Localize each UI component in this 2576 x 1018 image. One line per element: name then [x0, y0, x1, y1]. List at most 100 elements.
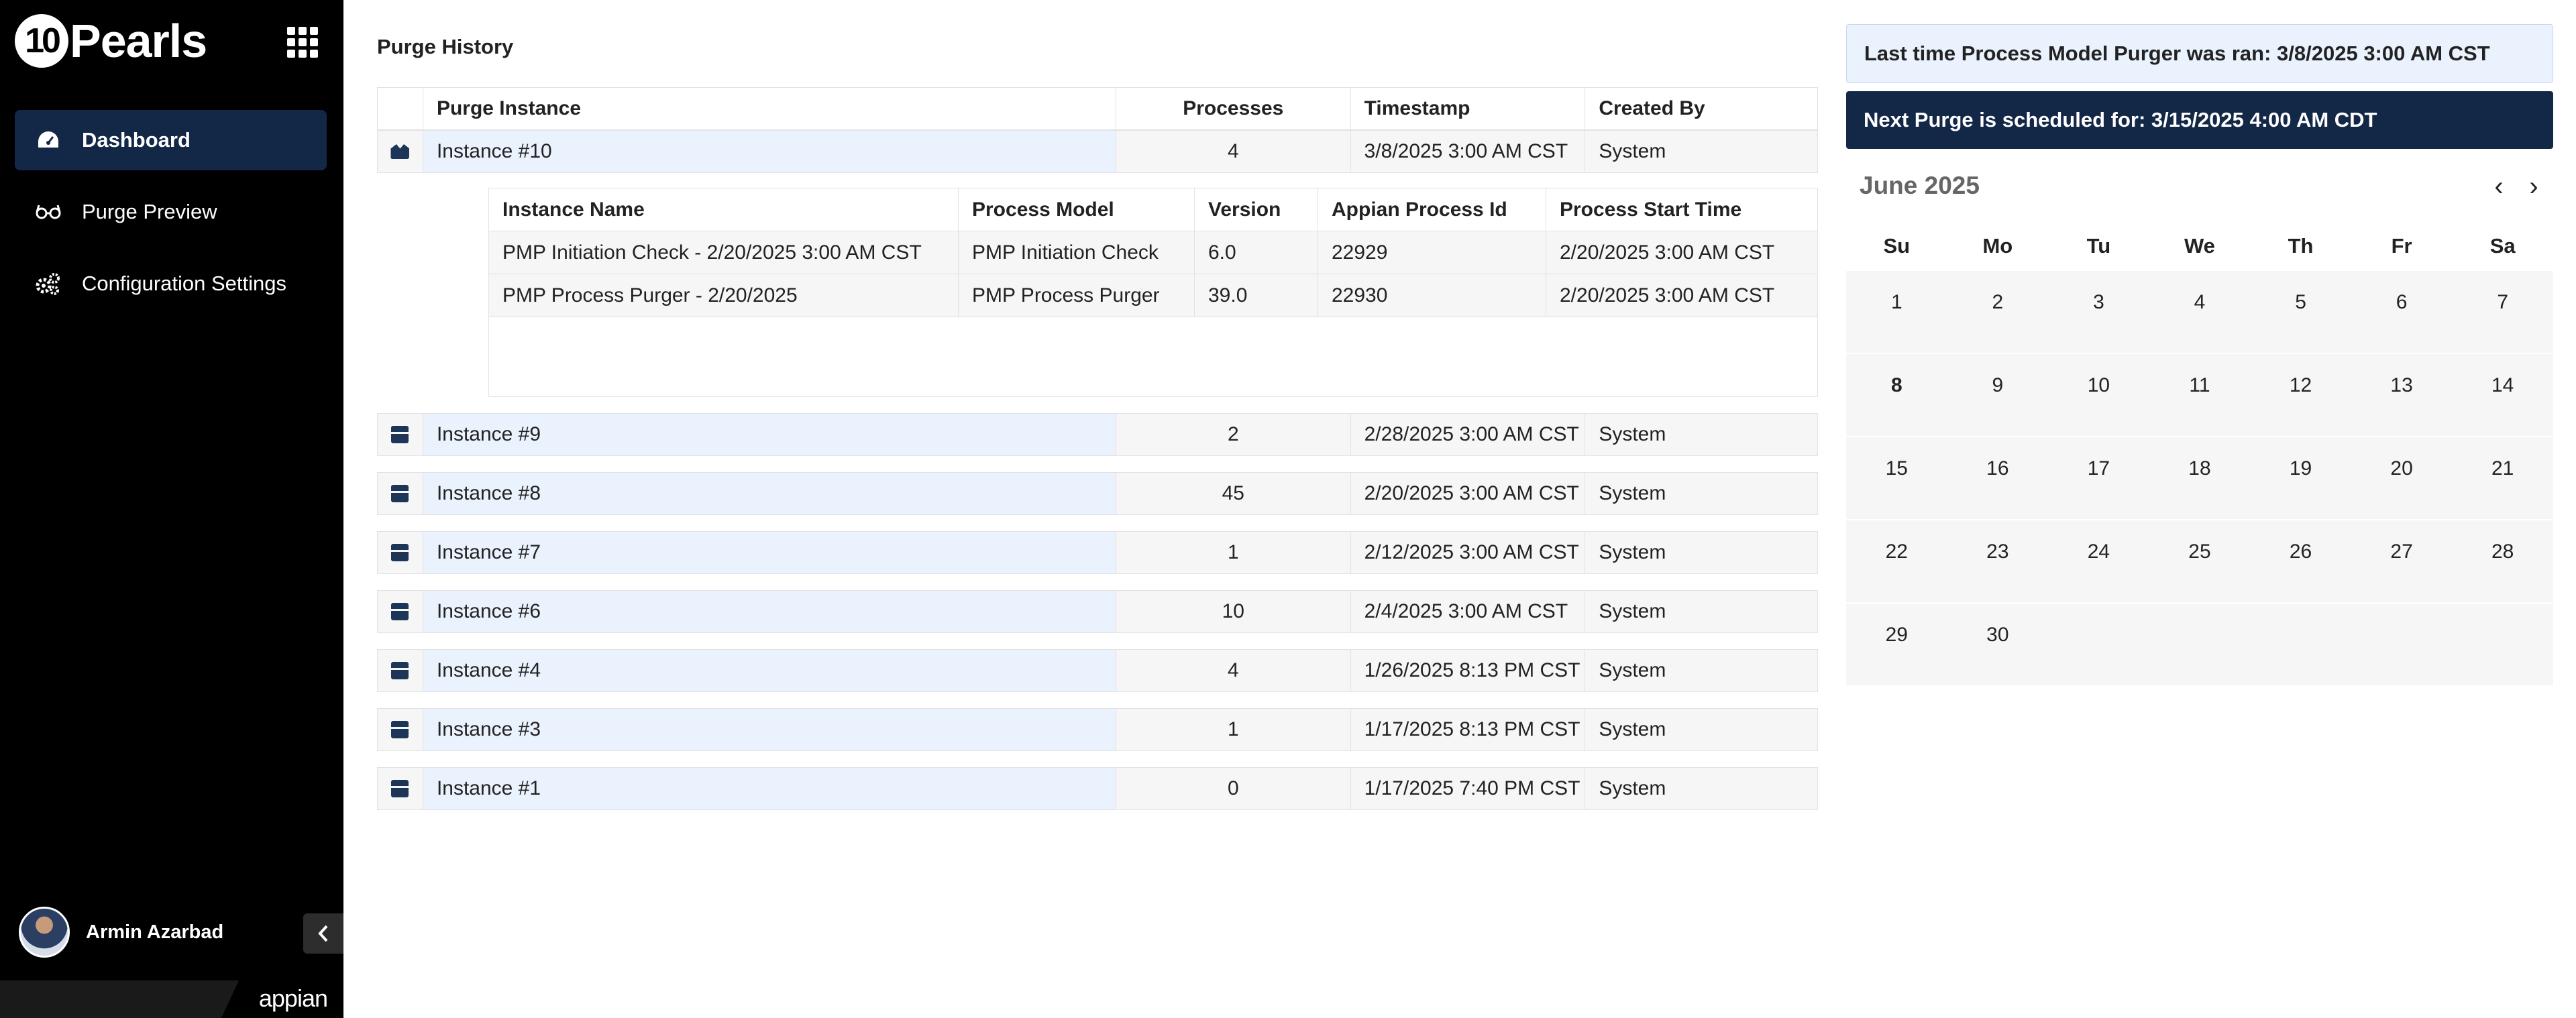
calendar-day[interactable]: 6	[2351, 271, 2453, 353]
table-row[interactable]: Instance #6 10 2/4/2025 3:00 AM CST Syst…	[377, 590, 1818, 633]
sidebar-item-purge-preview[interactable]: Purge Preview	[15, 182, 327, 242]
box-icon	[391, 662, 409, 679]
created-by-cell: System	[1599, 718, 1666, 740]
table-row[interactable]: Instance #10 4 3/8/2025 3:00 AM CST Syst…	[377, 130, 1818, 173]
calendar-day[interactable]: 15	[1846, 437, 1947, 519]
calendar-day[interactable]: 22	[1846, 520, 1947, 602]
purge-instance-cell[interactable]: Instance #8	[423, 473, 1116, 514]
chevron-right-icon[interactable]: ›	[2524, 172, 2544, 201]
calendar-day[interactable]: 23	[1947, 520, 2049, 602]
calendar-day[interactable]: 3	[2048, 271, 2149, 353]
purge-instance-cell[interactable]: Instance #3	[423, 709, 1116, 750]
calendar-day[interactable]: 28	[2452, 520, 2553, 602]
calendar-day[interactable]: 5	[2250, 271, 2351, 353]
calendar-day[interactable]: 4	[2149, 271, 2251, 353]
purge-instance-cell[interactable]: Instance #7	[423, 532, 1116, 573]
calendar-day[interactable]: 1	[1846, 271, 1947, 353]
logo[interactable]: 10 Pearls	[15, 13, 207, 68]
calendar-day[interactable]: 20	[2351, 437, 2453, 519]
purge-instance-cell[interactable]: Instance #10	[423, 131, 1116, 172]
calendar-day[interactable]: 19	[2250, 437, 2351, 519]
expand-toggle[interactable]	[378, 591, 423, 632]
calendar-day[interactable]: 29	[1846, 604, 1947, 685]
table-row[interactable]: Instance #1 0 1/17/2025 7:40 PM CST Syst…	[377, 767, 1818, 810]
logo-mark: 10	[15, 14, 68, 68]
table-row[interactable]: Instance #4 4 1/26/2025 8:13 PM CST Syst…	[377, 649, 1818, 692]
calendar-day[interactable]: 26	[2250, 520, 2351, 602]
timestamp-cell: 2/12/2025 3:00 AM CST	[1351, 532, 1586, 573]
purge-instance-cell[interactable]: Instance #9	[423, 414, 1116, 455]
calendar-day[interactable]: 16	[1947, 437, 2049, 519]
box-icon	[391, 603, 409, 620]
sidebar-item-configuration-settings[interactable]: Configuration Settings	[15, 253, 327, 314]
created-by-cell: System	[1599, 777, 1666, 799]
sidebar-item-label: Dashboard	[82, 128, 191, 152]
weekday-label: Th	[2288, 234, 2314, 258]
timestamp-cell: 1/17/2025 7:40 PM CST	[1351, 768, 1586, 809]
column-header-appian-process-id[interactable]: Appian Process Id	[1318, 188, 1546, 231]
column-header-timestamp[interactable]: Timestamp	[1351, 88, 1586, 129]
created-by-cell: System	[1599, 482, 1666, 504]
process-id-cell: 22929	[1318, 231, 1546, 274]
calendar-day[interactable]: 25	[2149, 520, 2251, 602]
calendar-day[interactable]: 17	[2048, 437, 2149, 519]
column-header-process-start-time[interactable]: Process Start Time	[1546, 188, 1817, 231]
avatar[interactable]	[19, 907, 70, 958]
created-by-cell: System	[1599, 541, 1666, 563]
calendar-day[interactable]: 21	[2452, 437, 2553, 519]
calendar-day[interactable]: 27	[2351, 520, 2453, 602]
detail-grid-header: Instance Name Process Model Version Appi…	[489, 188, 1817, 231]
expand-toggle[interactable]	[378, 473, 423, 514]
sidebar-item-dashboard[interactable]: Dashboard	[15, 110, 327, 170]
table-row[interactable]: Instance #3 1 1/17/2025 8:13 PM CST Syst…	[377, 708, 1818, 751]
expand-toggle[interactable]	[378, 768, 423, 809]
expand-toggle[interactable]	[378, 709, 423, 750]
table-row[interactable]: Instance #7 1 2/12/2025 3:00 AM CST Syst…	[377, 531, 1818, 574]
processes-cell: 45	[1116, 473, 1351, 514]
purge-history-grid-header: Purge Instance Processes Timestamp Creat…	[377, 87, 1818, 130]
calendar-day-today[interactable]: 8	[1846, 354, 1947, 436]
column-header-process-model[interactable]: Process Model	[959, 188, 1195, 231]
dashboard-gauge-icon	[34, 125, 63, 155]
column-header-created-by[interactable]: Created By	[1585, 88, 1817, 129]
column-header-processes[interactable]: Processes	[1116, 88, 1351, 129]
calendar-day[interactable]: 13	[2351, 354, 2453, 436]
detail-row[interactable]: PMP Initiation Check - 2/20/2025 3:00 AM…	[489, 231, 1817, 274]
weekday-label: Tu	[2086, 234, 2111, 258]
start-time-cell: 2/20/2025 3:00 AM CST	[1560, 284, 1775, 306]
calendar-day[interactable]: 12	[2250, 354, 2351, 436]
calendar-day[interactable]: 18	[2149, 437, 2251, 519]
created-by-cell: System	[1599, 600, 1666, 622]
collapse-sidebar-button[interactable]	[303, 913, 343, 954]
expand-toggle[interactable]	[378, 650, 423, 691]
chevron-left-icon[interactable]: ‹	[2489, 172, 2509, 201]
column-header-version[interactable]: Version	[1195, 188, 1318, 231]
calendar-day	[2048, 604, 2149, 685]
calendar-day[interactable]: 24	[2048, 520, 2149, 602]
created-by-cell: System	[1599, 423, 1666, 445]
calendar-day[interactable]: 30	[1947, 604, 2049, 685]
calendar-day[interactable]: 9	[1947, 354, 2049, 436]
table-row[interactable]: Instance #8 45 2/20/2025 3:00 AM CST Sys…	[377, 472, 1818, 515]
user-profile[interactable]: Armin Azarbad	[19, 907, 223, 958]
table-row[interactable]: Instance #9 2 2/28/2025 3:00 AM CST Syst…	[377, 413, 1818, 456]
expand-toggle[interactable]	[378, 532, 423, 573]
expand-toggle[interactable]	[378, 414, 423, 455]
calendar-day[interactable]: 2	[1947, 271, 2049, 353]
calendar-week: 1 2 3 4 5 6 7	[1846, 270, 2553, 353]
column-header-instance-name[interactable]: Instance Name	[489, 188, 959, 231]
calendar-day[interactable]: 14	[2452, 354, 2553, 436]
detail-row[interactable]: PMP Process Purger - 2/20/2025 PMP Proce…	[489, 274, 1817, 317]
weekday-label: We	[2184, 234, 2215, 258]
calendar-day[interactable]: 7	[2452, 271, 2553, 353]
column-header-purge-instance[interactable]: Purge Instance	[423, 88, 1116, 129]
calendar-nav: ‹ ›	[2489, 172, 2544, 201]
expand-toggle[interactable]	[378, 131, 423, 172]
calendar-day	[2351, 604, 2453, 685]
calendar-day[interactable]: 11	[2149, 354, 2251, 436]
apps-grid-icon[interactable]	[287, 27, 318, 58]
purge-instance-cell[interactable]: Instance #1	[423, 768, 1116, 809]
purge-instance-cell[interactable]: Instance #6	[423, 591, 1116, 632]
calendar-day[interactable]: 10	[2048, 354, 2149, 436]
purge-instance-cell[interactable]: Instance #4	[423, 650, 1116, 691]
